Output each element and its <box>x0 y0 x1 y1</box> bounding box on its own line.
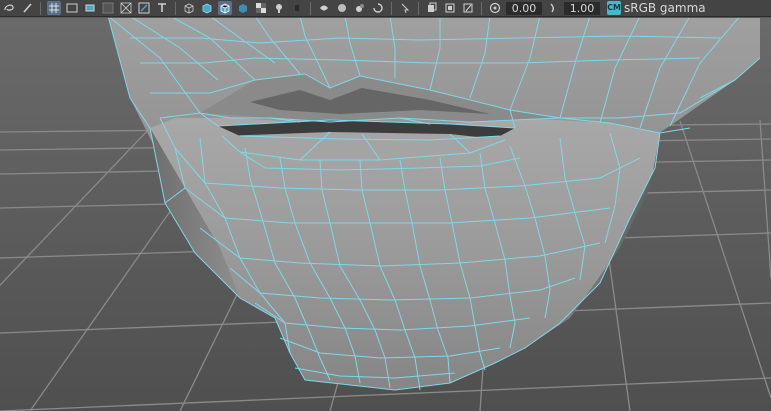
color-management-icon[interactable]: CM <box>607 1 621 15</box>
motion-blur-icon[interactable] <box>335 1 349 15</box>
toolbar-separator <box>481 1 482 15</box>
ambient-occlusion-icon[interactable] <box>317 1 331 15</box>
isolate-select-icon[interactable] <box>371 1 385 15</box>
toolbar-separator <box>175 1 176 15</box>
default-material-icon[interactable] <box>236 1 250 15</box>
paint-brush-icon[interactable] <box>20 1 34 15</box>
toolbar-separator <box>310 1 311 15</box>
safe-action-icon[interactable] <box>137 1 151 15</box>
xray-active-icon[interactable] <box>425 1 439 15</box>
gate-mask-icon[interactable] <box>101 1 115 15</box>
color-space-label[interactable]: sRGB gamma <box>624 1 706 16</box>
textured-icon[interactable] <box>254 1 268 15</box>
exposure-field[interactable]: 0.00 <box>506 1 542 15</box>
gamma-icon[interactable] <box>546 1 560 15</box>
grid-icon[interactable] <box>47 1 61 15</box>
3d-viewport[interactable] <box>0 18 771 411</box>
wireframe-on-shaded-icon[interactable] <box>218 1 232 15</box>
exposure-icon[interactable] <box>488 1 502 15</box>
camera-attributes-icon[interactable] <box>461 1 475 15</box>
smooth-shade-cube-icon[interactable] <box>200 1 214 15</box>
viewport-scene <box>0 18 771 411</box>
toolbar-separator <box>418 1 419 15</box>
lasso-icon[interactable] <box>2 1 16 15</box>
use-all-lights-icon[interactable] <box>272 1 286 15</box>
maya-viewport-panel: 0.00 1.00 CM sRGB gamma <box>0 0 771 411</box>
gamma-field[interactable]: 1.00 <box>564 1 600 15</box>
field-chart-icon[interactable] <box>119 1 133 15</box>
panel-toolbar: 0.00 1.00 CM sRGB gamma <box>0 0 771 17</box>
safe-title-icon[interactable] <box>155 1 169 15</box>
film-gate-icon[interactable] <box>65 1 79 15</box>
shadows-icon[interactable] <box>290 1 304 15</box>
resolution-gate-icon[interactable] <box>83 1 97 15</box>
xray-icon[interactable] <box>353 1 367 15</box>
hud-icon[interactable] <box>443 1 457 15</box>
xray-joints-icon[interactable] <box>398 1 412 15</box>
toolbar-separator <box>391 1 392 15</box>
wireframe-cube-icon[interactable] <box>182 1 196 15</box>
toolbar-separator <box>40 1 41 15</box>
